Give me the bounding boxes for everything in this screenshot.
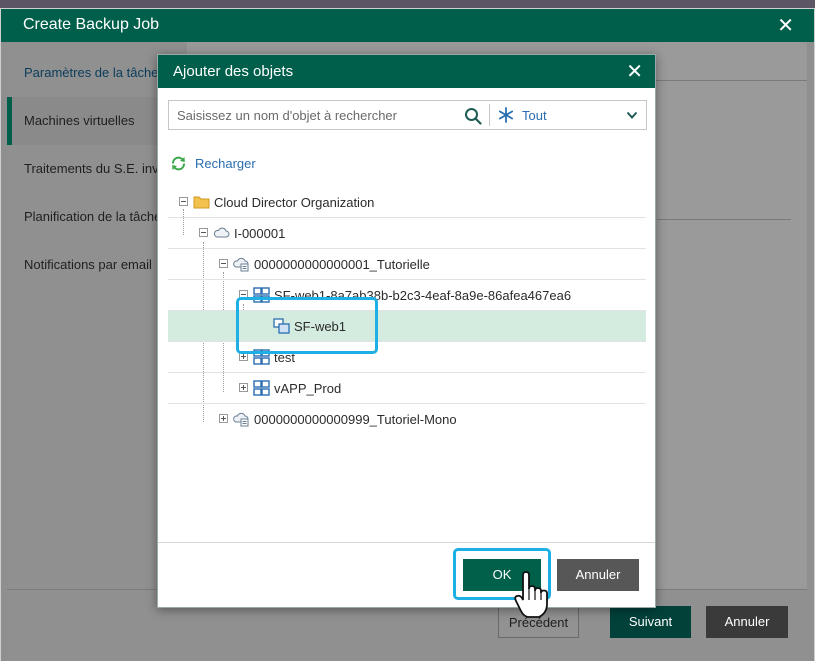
search-box: Tout xyxy=(168,100,647,130)
selection-highlight xyxy=(236,297,378,354)
search-icon[interactable] xyxy=(464,107,482,125)
expand-icon[interactable] xyxy=(239,383,248,392)
tree-row-org[interactable]: I-000001 xyxy=(168,218,646,249)
tree-row-vdc[interactable]: 0000000000000999_Tutoriel-Mono xyxy=(168,404,646,435)
add-objects-dialog: Ajouter des objets ✕ Tout xyxy=(157,54,656,608)
dialog-header: Ajouter des objets ✕ xyxy=(158,55,655,88)
object-type-filter[interactable]: Tout xyxy=(494,101,646,129)
dialog-title: Ajouter des objets xyxy=(173,63,294,80)
wizard-cancel-button[interactable]: Annuler xyxy=(706,606,788,638)
chevron-down-icon xyxy=(626,111,638,119)
folder-icon xyxy=(193,196,210,209)
tree-label: 0000000000000999_Tutoriel-Mono xyxy=(254,412,457,427)
search-input[interactable] xyxy=(169,101,457,129)
vdc-icon xyxy=(233,412,249,427)
cloud-icon xyxy=(213,227,230,238)
refresh-icon xyxy=(172,156,185,171)
tree-label: I-000001 xyxy=(234,226,286,241)
reload-label: Recharger xyxy=(195,156,256,171)
tree-row-vapp[interactable]: vAPP_Prod xyxy=(168,373,646,404)
wizard-title: Create Backup Job xyxy=(23,16,160,33)
tree-label: 0000000000000001_Tutorielle xyxy=(254,257,430,272)
filter-selected-value: Tout xyxy=(522,108,547,123)
dialog-cancel-button[interactable]: Annuler xyxy=(557,559,639,591)
top-strip xyxy=(0,0,815,8)
expand-icon[interactable] xyxy=(219,414,228,423)
vapp-icon xyxy=(253,380,270,396)
search-separator xyxy=(489,104,490,126)
close-icon[interactable]: ✕ xyxy=(777,13,794,38)
vdc-icon xyxy=(233,257,249,272)
wizard-header: Create Backup Job ✕ xyxy=(1,9,814,42)
collapse-icon[interactable] xyxy=(199,228,208,237)
tree-row-vdc[interactable]: 0000000000000001_Tutorielle xyxy=(168,249,646,280)
tree-label: vAPP_Prod xyxy=(274,381,342,396)
next-button[interactable]: Suivant xyxy=(610,606,691,638)
tree-label: Cloud Director Organization xyxy=(214,195,375,210)
collapse-icon[interactable] xyxy=(179,197,188,206)
collapse-icon[interactable] xyxy=(219,259,228,268)
tree-row-organization[interactable]: Cloud Director Organization xyxy=(168,187,646,218)
dialog-footer-divider xyxy=(158,542,655,543)
asterisk-icon xyxy=(498,107,514,123)
close-icon[interactable]: ✕ xyxy=(626,59,643,84)
hand-cursor-icon xyxy=(514,571,548,618)
divider xyxy=(657,219,791,220)
